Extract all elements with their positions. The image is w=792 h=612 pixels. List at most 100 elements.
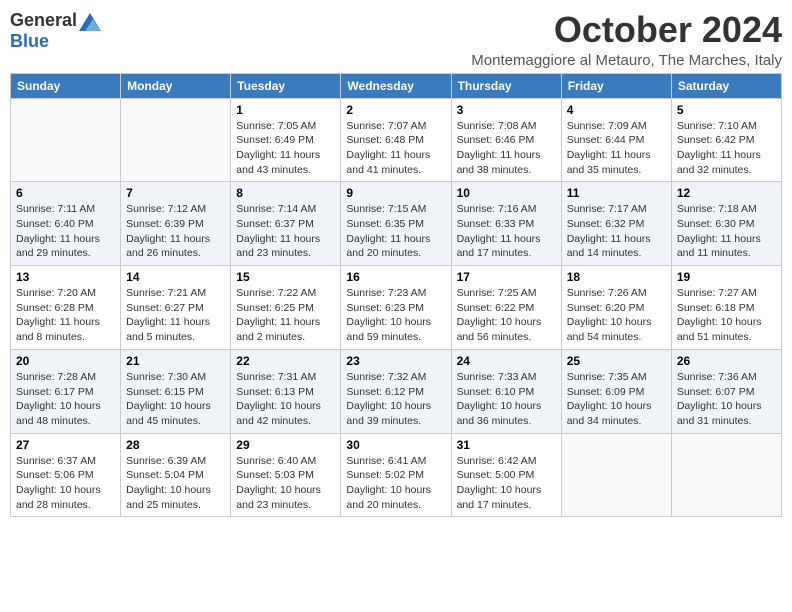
day-number: 28 <box>126 438 225 452</box>
calendar-cell: 27Sunrise: 6:37 AM Sunset: 5:06 PM Dayli… <box>11 433 121 517</box>
calendar-cell: 10 Sunrise: 7:16 AM Sunset: 6:33 PM Dayli… <box>451 182 561 266</box>
day-info: Sunrise: 7:14 AM Sunset: 6:37 PM Dayligh… <box>236 202 335 261</box>
day-number: 17 <box>457 270 556 284</box>
day-info: Sunrise: 7:08 AM Sunset: 6:46 PM Dayligh… <box>457 119 556 178</box>
week-row-1: 1 Sunrise: 7:05 AM Sunset: 6:49 PM Daylig… <box>11 98 782 182</box>
day-info: Sunrise: 7:10 AM Sunset: 6:42 PM Dayligh… <box>677 119 776 178</box>
day-number: 14 <box>126 270 225 284</box>
day-header-sunday: Sunday <box>11 73 121 98</box>
calendar-cell: 25 Sunrise: 7:35 AM Sunset: 6:09 PM Dayli… <box>561 349 671 433</box>
day-number: 4 <box>567 103 666 117</box>
calendar-cell: 21 Sunrise: 7:30 AM Sunset: 6:15 PM Dayli… <box>121 349 231 433</box>
day-header-thursday: Thursday <box>451 73 561 98</box>
calendar-cell: 4 Sunrise: 7:09 AM Sunset: 6:44 PM Daylig… <box>561 98 671 182</box>
day-info: Sunrise: 7:16 AM Sunset: 6:33 PM Dayligh… <box>457 202 556 261</box>
day-number: 24 <box>457 354 556 368</box>
day-number: 27 <box>16 438 115 452</box>
week-row-5: 27Sunrise: 6:37 AM Sunset: 5:06 PM Dayli… <box>11 433 782 517</box>
day-number: 6 <box>16 186 115 200</box>
calendar-cell: 29 Sunrise: 6:40 AM Sunset: 5:03 PM Dayli… <box>231 433 341 517</box>
day-info: Sunrise: 7:35 AM Sunset: 6:09 PM Dayligh… <box>567 370 666 429</box>
day-info: Sunrise: 7:25 AM Sunset: 6:22 PM Dayligh… <box>457 286 556 345</box>
week-row-2: 6Sunrise: 7:11 AM Sunset: 6:40 PM Daylig… <box>11 182 782 266</box>
day-header-tuesday: Tuesday <box>231 73 341 98</box>
day-info: Sunrise: 7:30 AM Sunset: 6:15 PM Dayligh… <box>126 370 225 429</box>
title-area: October 2024 Montemaggiore al Metauro, T… <box>471 10 782 69</box>
calendar-cell: 16Sunrise: 7:23 AM Sunset: 6:23 PM Dayli… <box>341 266 451 350</box>
day-info: Sunrise: 6:41 AM Sunset: 5:02 PM Dayligh… <box>346 454 445 513</box>
day-info: Sunrise: 7:23 AM Sunset: 6:23 PM Dayligh… <box>346 286 445 345</box>
day-number: 21 <box>126 354 225 368</box>
day-number: 20 <box>16 354 115 368</box>
day-number: 31 <box>457 438 556 452</box>
day-number: 7 <box>126 186 225 200</box>
day-number: 15 <box>236 270 335 284</box>
calendar-cell: 6Sunrise: 7:11 AM Sunset: 6:40 PM Daylig… <box>11 182 121 266</box>
day-number: 25 <box>567 354 666 368</box>
location-title: Montemaggiore al Metauro, The Marches, I… <box>471 52 782 69</box>
day-number: 18 <box>567 270 666 284</box>
logo-icon <box>79 13 101 31</box>
calendar-cell: 14 Sunrise: 7:21 AM Sunset: 6:27 PM Dayli… <box>121 266 231 350</box>
calendar-cell: 19 Sunrise: 7:27 AM Sunset: 6:18 PM Dayli… <box>671 266 781 350</box>
calendar-cell: 18 Sunrise: 7:26 AM Sunset: 6:20 PM Dayli… <box>561 266 671 350</box>
calendar-cell: 17 Sunrise: 7:25 AM Sunset: 6:22 PM Dayli… <box>451 266 561 350</box>
day-number: 29 <box>236 438 335 452</box>
header: General Blue October 2024 Montemaggiore … <box>10 10 782 69</box>
calendar-cell: 5 Sunrise: 7:10 AM Sunset: 6:42 PM Daylig… <box>671 98 781 182</box>
day-info: Sunrise: 6:42 AM Sunset: 5:00 PM Dayligh… <box>457 454 556 513</box>
day-header-saturday: Saturday <box>671 73 781 98</box>
calendar-cell: 15 Sunrise: 7:22 AM Sunset: 6:25 PM Dayli… <box>231 266 341 350</box>
calendar-cell: 28 Sunrise: 6:39 AM Sunset: 5:04 PM Dayli… <box>121 433 231 517</box>
day-info: Sunrise: 7:17 AM Sunset: 6:32 PM Dayligh… <box>567 202 666 261</box>
day-info: Sunrise: 7:18 AM Sunset: 6:30 PM Dayligh… <box>677 202 776 261</box>
day-number: 23 <box>346 354 445 368</box>
day-info: Sunrise: 7:36 AM Sunset: 6:07 PM Dayligh… <box>677 370 776 429</box>
week-row-4: 20 Sunrise: 7:28 AM Sunset: 6:17 PM Dayli… <box>11 349 782 433</box>
day-info: Sunrise: 7:05 AM Sunset: 6:49 PM Dayligh… <box>236 119 335 178</box>
day-info: Sunrise: 6:40 AM Sunset: 5:03 PM Dayligh… <box>236 454 335 513</box>
day-info: Sunrise: 7:20 AM Sunset: 6:28 PM Dayligh… <box>16 286 115 345</box>
day-number: 30 <box>346 438 445 452</box>
day-info: Sunrise: 7:21 AM Sunset: 6:27 PM Dayligh… <box>126 286 225 345</box>
day-number: 2 <box>346 103 445 117</box>
calendar-cell: 24 Sunrise: 7:33 AM Sunset: 6:10 PM Dayli… <box>451 349 561 433</box>
day-info: Sunrise: 7:09 AM Sunset: 6:44 PM Dayligh… <box>567 119 666 178</box>
calendar-cell: 31 Sunrise: 6:42 AM Sunset: 5:00 PM Dayli… <box>451 433 561 517</box>
day-info: Sunrise: 7:22 AM Sunset: 6:25 PM Dayligh… <box>236 286 335 345</box>
day-number: 26 <box>677 354 776 368</box>
calendar-cell <box>671 433 781 517</box>
month-title: October 2024 <box>471 10 782 50</box>
day-info: Sunrise: 7:28 AM Sunset: 6:17 PM Dayligh… <box>16 370 115 429</box>
day-info: Sunrise: 7:33 AM Sunset: 6:10 PM Dayligh… <box>457 370 556 429</box>
calendar-cell: 22Sunrise: 7:31 AM Sunset: 6:13 PM Dayli… <box>231 349 341 433</box>
logo-general-text: General <box>10 10 77 31</box>
calendar-cell: 30 Sunrise: 6:41 AM Sunset: 5:02 PM Dayli… <box>341 433 451 517</box>
day-number: 19 <box>677 270 776 284</box>
day-number: 5 <box>677 103 776 117</box>
day-header-monday: Monday <box>121 73 231 98</box>
calendar-cell: 8 Sunrise: 7:14 AM Sunset: 6:37 PM Daylig… <box>231 182 341 266</box>
day-info: Sunrise: 7:07 AM Sunset: 6:48 PM Dayligh… <box>346 119 445 178</box>
day-info: Sunrise: 7:15 AM Sunset: 6:35 PM Dayligh… <box>346 202 445 261</box>
calendar-cell: 23 Sunrise: 7:32 AM Sunset: 6:12 PM Dayli… <box>341 349 451 433</box>
calendar-cell: 3 Sunrise: 7:08 AM Sunset: 6:46 PM Daylig… <box>451 98 561 182</box>
day-info: Sunrise: 7:26 AM Sunset: 6:20 PM Dayligh… <box>567 286 666 345</box>
day-info: Sunrise: 6:39 AM Sunset: 5:04 PM Dayligh… <box>126 454 225 513</box>
logo-blue-text: Blue <box>10 31 49 51</box>
logo: General Blue <box>10 10 101 52</box>
calendar-cell: 20 Sunrise: 7:28 AM Sunset: 6:17 PM Dayli… <box>11 349 121 433</box>
day-info: Sunrise: 7:32 AM Sunset: 6:12 PM Dayligh… <box>346 370 445 429</box>
day-info: Sunrise: 7:27 AM Sunset: 6:18 PM Dayligh… <box>677 286 776 345</box>
calendar-cell <box>561 433 671 517</box>
day-number: 11 <box>567 186 666 200</box>
day-info: Sunrise: 7:12 AM Sunset: 6:39 PM Dayligh… <box>126 202 225 261</box>
day-number: 10 <box>457 186 556 200</box>
day-number: 1 <box>236 103 335 117</box>
day-number: 8 <box>236 186 335 200</box>
calendar-cell: 7 Sunrise: 7:12 AM Sunset: 6:39 PM Daylig… <box>121 182 231 266</box>
calendar-cell: 2 Sunrise: 7:07 AM Sunset: 6:48 PM Daylig… <box>341 98 451 182</box>
day-number: 3 <box>457 103 556 117</box>
calendar-cell <box>121 98 231 182</box>
calendar-cell: 11 Sunrise: 7:17 AM Sunset: 6:32 PM Dayli… <box>561 182 671 266</box>
